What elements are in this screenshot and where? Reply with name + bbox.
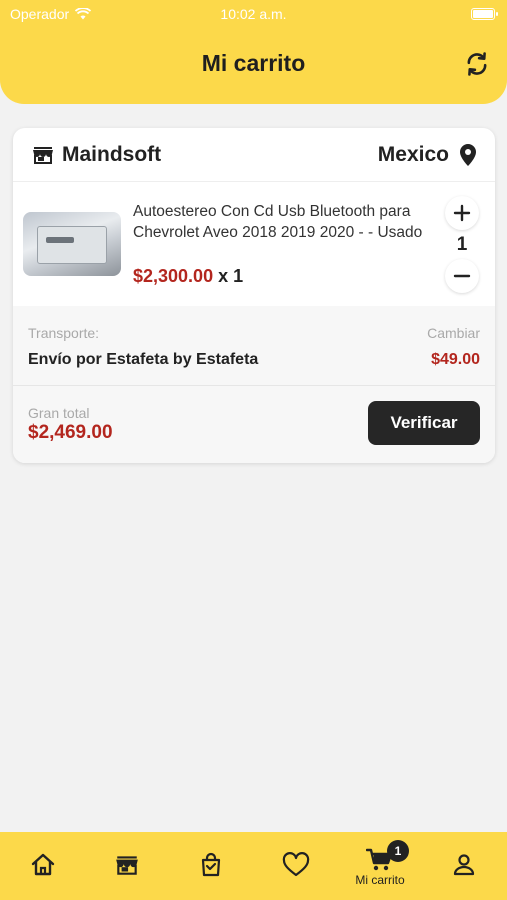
tab-cart-label: Mi carrito <box>355 873 405 887</box>
tab-stores[interactable] <box>97 832 157 900</box>
store-icon <box>116 856 138 875</box>
checkout-button[interactable]: Verificar <box>368 401 480 445</box>
store-location: Mexico <box>378 143 479 167</box>
page-title: Mi carrito <box>201 50 306 76</box>
shipping-label: Transporte: <box>28 325 100 341</box>
tab-cart[interactable]: Mi carrito 1 <box>350 832 410 900</box>
cart-store-card: Maindsoft Mexico Autoestereo Con Cd Usb … <box>13 128 495 463</box>
product-price-line: $2,300.00 x 1 <box>133 266 243 287</box>
product-thumbnail[interactable] <box>23 212 121 276</box>
change-shipping-link[interactable]: Cambiar <box>427 325 480 341</box>
quantity-stepper: 1 <box>445 196 479 296</box>
status-time: 10:02 a.m. <box>220 6 287 22</box>
total-label: Gran total <box>28 405 90 421</box>
quantity-value: 1 <box>456 234 468 255</box>
increase-qty-button[interactable] <box>445 196 479 230</box>
cart-count-badge: 1 <box>387 840 409 862</box>
product-qty-suffix: x 1 <box>218 266 244 286</box>
product-title[interactable]: Autoestereo Con Cd Usb Bluetooth para Ch… <box>133 202 433 243</box>
store-name[interactable]: Maindsoft <box>62 143 161 167</box>
cart-item: Autoestereo Con Cd Usb Bluetooth para Ch… <box>13 182 495 306</box>
shipping-method: Envío por Estafeta by Estafeta <box>28 351 259 368</box>
home-icon <box>31 853 55 876</box>
bottom-tab-bar: Mi carrito 1 <box>0 832 507 900</box>
tab-favorites[interactable] <box>266 832 326 900</box>
tab-shop[interactable] <box>181 832 241 900</box>
decrease-qty-button[interactable] <box>445 259 479 293</box>
location-pin-icon <box>460 144 476 166</box>
store-header: Maindsoft Mexico <box>13 128 495 182</box>
tab-home[interactable] <box>13 832 73 900</box>
user-icon <box>453 854 475 876</box>
app-header: Operador 10:02 a.m. Mi carrito <box>0 0 507 104</box>
plus-icon <box>453 204 471 222</box>
battery-icon <box>471 8 498 20</box>
tab-profile[interactable] <box>434 832 494 900</box>
heart-icon <box>282 852 310 877</box>
status-bar: Operador 10:02 a.m. <box>0 0 507 28</box>
product-price: $2,300.00 <box>133 266 214 286</box>
total-value: $2,469.00 <box>28 422 113 443</box>
shipping-price: $49.00 <box>431 351 480 368</box>
location-name: Mexico <box>377 143 449 166</box>
store-icon <box>33 147 53 164</box>
refresh-icon[interactable] <box>463 50 491 78</box>
shipping-section: Transporte: Cambiar Envío por Estafeta b… <box>13 306 495 386</box>
minus-icon <box>453 274 471 278</box>
shopping-bag-icon <box>201 852 221 877</box>
total-section: Gran total $2,469.00 Verificar <box>13 386 495 463</box>
